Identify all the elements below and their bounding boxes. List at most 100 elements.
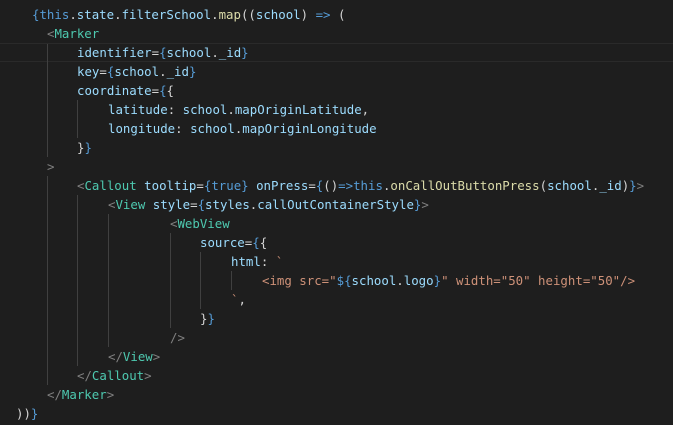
indent-guide bbox=[47, 62, 48, 81]
code-token: = bbox=[151, 83, 160, 98]
code-token: key bbox=[77, 64, 100, 79]
indent-guide bbox=[47, 271, 48, 290]
code-text: {this.state.filterSchool.map((school) =>… bbox=[32, 5, 345, 24]
code-line[interactable]: `, bbox=[0, 290, 673, 309]
code-line[interactable]: longitude: school.mapOriginLongitude bbox=[0, 119, 673, 138]
indent-guide bbox=[108, 233, 109, 252]
code-text: }} bbox=[77, 138, 92, 157]
indent-guide bbox=[47, 214, 48, 233]
code-text: source={{ bbox=[200, 233, 267, 252]
code-token: } bbox=[207, 311, 215, 326]
code-token: > bbox=[106, 387, 115, 402]
code-line[interactable]: identifier={school._id} bbox=[0, 43, 673, 63]
code-token: { bbox=[252, 235, 260, 250]
code-token: school bbox=[166, 45, 212, 60]
indent-guide bbox=[47, 100, 48, 119]
indent-guide bbox=[47, 252, 48, 271]
code-line[interactable]: <Marker bbox=[0, 24, 673, 43]
code-line[interactable]: </Callout> bbox=[0, 366, 673, 385]
indent-guide bbox=[77, 309, 78, 328]
code-token: () bbox=[323, 178, 339, 193]
code-token: ${ bbox=[336, 273, 352, 288]
code-line[interactable]: {this.state.filterSchool.map((school) =>… bbox=[0, 5, 673, 24]
code-line[interactable]: <WebView bbox=[0, 214, 673, 233]
code-token: onPress bbox=[256, 178, 309, 193]
indent-guide bbox=[77, 233, 78, 252]
code-token: } bbox=[241, 45, 249, 60]
code-token: map bbox=[218, 7, 241, 22]
code-token: _id bbox=[218, 45, 242, 60]
indent-guide bbox=[47, 347, 48, 366]
indent-guide bbox=[77, 214, 78, 233]
code-token: Marker bbox=[61, 387, 107, 402]
code-token: } bbox=[188, 64, 197, 79]
code-token: ( bbox=[539, 178, 548, 193]
code-token: => bbox=[338, 178, 354, 193]
code-token: , bbox=[238, 292, 246, 307]
code-line[interactable]: key={school._id} bbox=[0, 62, 673, 81]
indent-guide bbox=[47, 195, 48, 214]
code-line[interactable]: }} bbox=[0, 138, 673, 157]
code-line[interactable]: coordinate={{ bbox=[0, 81, 673, 100]
code-token: . bbox=[396, 273, 404, 288]
code-token: : bbox=[260, 254, 276, 269]
code-token: </ bbox=[77, 368, 92, 383]
code-token: _id bbox=[599, 178, 622, 193]
code-line[interactable]: </Marker> bbox=[0, 385, 673, 404]
code-token: : bbox=[167, 102, 183, 117]
code-token: Marker bbox=[54, 26, 100, 41]
code-token: school bbox=[182, 102, 228, 117]
indent-guide bbox=[108, 328, 109, 347]
code-line[interactable]: > bbox=[0, 157, 673, 176]
code-line[interactable]: /> bbox=[0, 328, 673, 347]
code-text: </Marker> bbox=[47, 385, 114, 404]
code-token: <img src=" bbox=[262, 273, 337, 288]
code-editor[interactable]: {this.state.filterSchool.map((school) =>… bbox=[0, 0, 673, 425]
code-token: : bbox=[175, 121, 191, 136]
code-token: </ bbox=[47, 387, 62, 402]
code-line[interactable]: </View> bbox=[0, 347, 673, 366]
code-token: school bbox=[114, 64, 160, 79]
code-line[interactable]: <Callout tooltip={true} onPress={()=>thi… bbox=[0, 176, 673, 195]
code-token: onCallOutButtonPress bbox=[390, 178, 540, 193]
code-token: > bbox=[421, 197, 429, 212]
indent-guide bbox=[170, 290, 171, 309]
code-text: latitude: school.mapOriginLatitude, bbox=[108, 100, 369, 119]
code-token: latitude bbox=[108, 102, 168, 117]
code-text: ))} bbox=[16, 404, 38, 423]
code-token: . bbox=[69, 7, 77, 22]
code-token: filterSchool bbox=[121, 7, 212, 22]
code-token: tooltip bbox=[144, 178, 197, 193]
code-line[interactable]: <img src="${school.logo}" width="50" hei… bbox=[0, 271, 673, 290]
code-line[interactable]: <View style={styles.callOutContainerStyl… bbox=[0, 195, 673, 214]
indent-guide bbox=[47, 44, 48, 63]
code-line[interactable]: latitude: school.mapOriginLatitude, bbox=[0, 100, 673, 119]
code-token: (( bbox=[240, 7, 256, 22]
code-token: { bbox=[159, 45, 167, 60]
code-token: Callout bbox=[91, 368, 145, 383]
code-token: mapOriginLongitude bbox=[242, 121, 377, 136]
indent-guide bbox=[77, 271, 78, 290]
code-token: . bbox=[114, 7, 122, 22]
indent-guide bbox=[108, 271, 109, 290]
code-text: identifier={school._id} bbox=[77, 44, 249, 61]
code-token: /> bbox=[170, 330, 185, 345]
code-token: = bbox=[196, 178, 204, 193]
code-text: <img src="${school.logo}" width="50" hei… bbox=[262, 271, 635, 290]
indent-guide bbox=[108, 309, 109, 328]
code-line[interactable]: }} bbox=[0, 309, 673, 328]
code-line[interactable]: ))} bbox=[0, 404, 673, 423]
code-token: school bbox=[255, 7, 301, 22]
code-token: . bbox=[211, 45, 219, 60]
indent-guide bbox=[77, 100, 78, 119]
code-token: school bbox=[190, 121, 235, 136]
code-token: WebView bbox=[177, 216, 230, 231]
code-token: this bbox=[39, 7, 70, 22]
indent-guide bbox=[47, 366, 48, 385]
indent-guide bbox=[200, 252, 201, 271]
code-line[interactable]: html: ` bbox=[0, 252, 673, 271]
code-text: }} bbox=[200, 309, 215, 328]
code-line[interactable]: source={{ bbox=[0, 233, 673, 252]
indent-guide bbox=[170, 271, 171, 290]
